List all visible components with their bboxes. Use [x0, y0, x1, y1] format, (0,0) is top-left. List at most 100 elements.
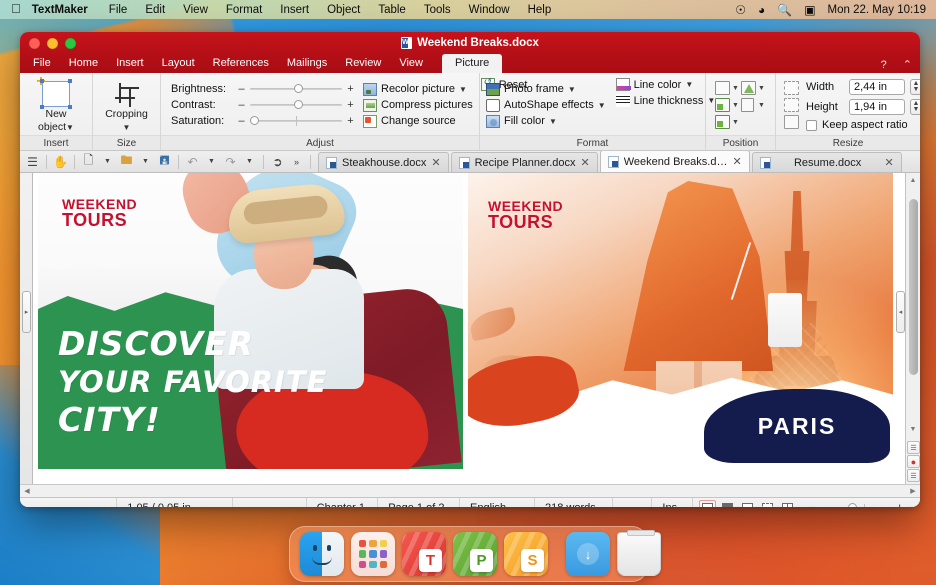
document-tab-weekend-breaks[interactable]: Weekend Breaks.docx ✕ — [599, 151, 750, 172]
menubar-item-help[interactable]: Help — [519, 4, 561, 16]
chevron-down-icon[interactable]: ▼ — [123, 122, 131, 133]
fill-color-button[interactable]: Fill color ▼ — [486, 114, 606, 128]
page-layout-view-button[interactable] — [699, 500, 717, 507]
zoom-slider[interactable] — [818, 502, 893, 507]
dock-item-finder[interactable] — [300, 532, 344, 576]
chevron-down-icon[interactable]: ▼ — [137, 153, 154, 170]
keep-aspect-ratio-checkbox[interactable] — [806, 119, 817, 131]
brightness-increase[interactable]: + — [346, 83, 355, 95]
dock-item-textmaker[interactable]: T — [402, 532, 446, 576]
menubar-item-format[interactable]: Format — [217, 4, 271, 16]
status-chapter[interactable]: Chapter 1 — [307, 497, 379, 507]
saturation-slider[interactable] — [250, 115, 342, 127]
zoom-out-button[interactable]: − — [808, 502, 814, 508]
rotate-icon[interactable] — [740, 81, 756, 95]
chevron-down-icon[interactable]: ▼ — [685, 80, 693, 89]
bring-forward-icon[interactable] — [715, 98, 730, 112]
saturation-decrease[interactable]: – — [237, 115, 246, 127]
ribbon-tab-picture[interactable]: Picture — [441, 54, 503, 73]
height-stepper[interactable]: ▲ ▼ — [910, 99, 920, 115]
menubar-item-object[interactable]: Object — [318, 4, 369, 16]
menubar-item-edit[interactable]: Edit — [136, 4, 174, 16]
previous-page-button[interactable]: ☰ — [907, 441, 920, 454]
undo-icon[interactable]: ↶ — [184, 153, 201, 170]
close-tab-icon[interactable]: ✕ — [733, 155, 742, 168]
dock-item-trash[interactable] — [617, 530, 661, 576]
line-thickness-button[interactable]: Line thickness ▼ — [615, 94, 715, 107]
menubar-item-file[interactable]: File — [100, 4, 137, 16]
menubar-item-view[interactable]: View — [174, 4, 217, 16]
send-backward-icon[interactable] — [715, 115, 730, 129]
horizontal-scroll-track[interactable] — [34, 487, 906, 496]
ribbon-tab-review[interactable]: Review — [336, 54, 390, 73]
height-input[interactable]: 1,94 in — [849, 99, 905, 115]
reading-view-button[interactable] — [779, 500, 796, 507]
select-pointer-icon[interactable]: ➲ — [269, 153, 286, 170]
menubar-item-insert[interactable]: Insert — [271, 4, 318, 16]
chevron-down-icon[interactable]: ▼ — [459, 85, 467, 94]
dock-item-launchpad[interactable] — [351, 532, 395, 576]
redo-icon[interactable]: ↷ — [222, 153, 239, 170]
chevron-down-icon[interactable]: ▼ — [568, 85, 576, 94]
scroll-up-button[interactable]: ▲ — [906, 173, 920, 187]
outline-view-button[interactable] — [739, 500, 756, 507]
width-stepper[interactable]: ▲ ▼ — [910, 79, 920, 95]
compress-pictures-button[interactable]: Compress pictures — [363, 98, 473, 112]
change-source-button[interactable]: Change source — [363, 114, 473, 128]
status-page[interactable]: Page 1 of 2 — [378, 497, 461, 507]
siri-icon[interactable]: ▣ — [804, 3, 815, 17]
sidebar-icon[interactable]: ☰ — [24, 153, 41, 170]
status-word-count[interactable]: 218 words — [535, 497, 614, 507]
close-tab-icon[interactable]: ✕ — [431, 156, 440, 169]
dock-item-presentations[interactable]: P — [453, 532, 497, 576]
chevron-down-icon[interactable]: ▼ — [732, 102, 739, 109]
ribbon-tab-layout[interactable]: Layout — [153, 54, 204, 73]
menubar-app-name[interactable]: TextMaker — [32, 4, 100, 16]
left-pane-handle[interactable]: ▸ — [22, 291, 31, 333]
hand-icon[interactable]: ✋ — [52, 153, 69, 170]
spotlight-search-icon[interactable]: 🔍 — [777, 3, 792, 17]
browse-object-button[interactable]: ● — [907, 455, 920, 468]
width-input[interactable]: 2,44 in — [849, 79, 905, 95]
contrast-increase[interactable]: + — [346, 99, 355, 111]
chevron-down-icon[interactable]: ▼ — [203, 153, 220, 170]
right-pane-handle[interactable]: ◂ — [896, 291, 905, 333]
collapse-ribbon-button[interactable]: ⌃ — [895, 56, 920, 73]
ribbon-tab-file[interactable]: File — [24, 54, 60, 73]
poster-image-right[interactable]: WEEKEND TOURS PARIS — [468, 173, 893, 469]
document-tab-recipe-planner[interactable]: Recipe Planner.docx ✕ — [450, 152, 598, 172]
next-page-button[interactable]: ☰ — [907, 469, 920, 482]
poster-image-left[interactable]: WEEKEND TOURS DISCOVER YOUR FAVORITE CIT… — [38, 173, 463, 469]
menubar-clock[interactable]: Mon 22. May 10:19 — [828, 4, 926, 16]
help-button[interactable]: ? — [873, 57, 895, 73]
toolbar-overflow-icon[interactable]: » — [288, 153, 305, 170]
vertical-scroll-thumb[interactable] — [909, 199, 918, 375]
document-page[interactable]: WEEKEND TOURS DISCOVER YOUR FAVORITE CIT… — [33, 173, 905, 484]
menubar-item-tools[interactable]: Tools — [415, 4, 460, 16]
contrast-slider[interactable] — [250, 99, 342, 111]
ribbon-tab-view[interactable]: View — [390, 54, 432, 73]
ribbon-tab-home[interactable]: Home — [60, 54, 107, 73]
status-insert-mode[interactable]: Ins — [652, 497, 694, 507]
master-view-button[interactable] — [759, 500, 776, 507]
chevron-down-icon[interactable]: ▼ — [241, 153, 258, 170]
ribbon-tab-insert[interactable]: Insert — [107, 54, 153, 73]
chevron-down-icon[interactable]: ▼ — [549, 117, 557, 126]
brightness-decrease[interactable]: – — [237, 83, 246, 95]
chevron-down-icon[interactable]: ▼ — [758, 102, 765, 109]
chevron-down-icon[interactable]: ▼ — [732, 85, 739, 92]
chevron-down-icon[interactable]: ▼ — [758, 85, 765, 92]
normal-view-button[interactable] — [719, 500, 736, 507]
dock-item-downloads[interactable]: ↓ — [566, 532, 610, 576]
save-icon[interactable]: 🖪 — [156, 153, 173, 170]
document-tab-steakhouse[interactable]: Steakhouse.docx ✕ — [318, 152, 449, 172]
chevron-down-icon[interactable]: ▼ — [732, 119, 739, 126]
select-area-icon[interactable] — [784, 115, 799, 129]
select-object-icon[interactable] — [784, 81, 799, 95]
dock-item-planmaker[interactable]: S — [504, 532, 548, 576]
scroll-right-button[interactable]: ▶ — [906, 487, 920, 495]
ribbon-tab-mailings[interactable]: Mailings — [278, 54, 336, 73]
open-folder-icon[interactable]: 🖿 — [118, 153, 135, 170]
wifi-icon[interactable]: ◕ — [758, 3, 765, 17]
saturation-increase[interactable]: + — [346, 115, 355, 127]
